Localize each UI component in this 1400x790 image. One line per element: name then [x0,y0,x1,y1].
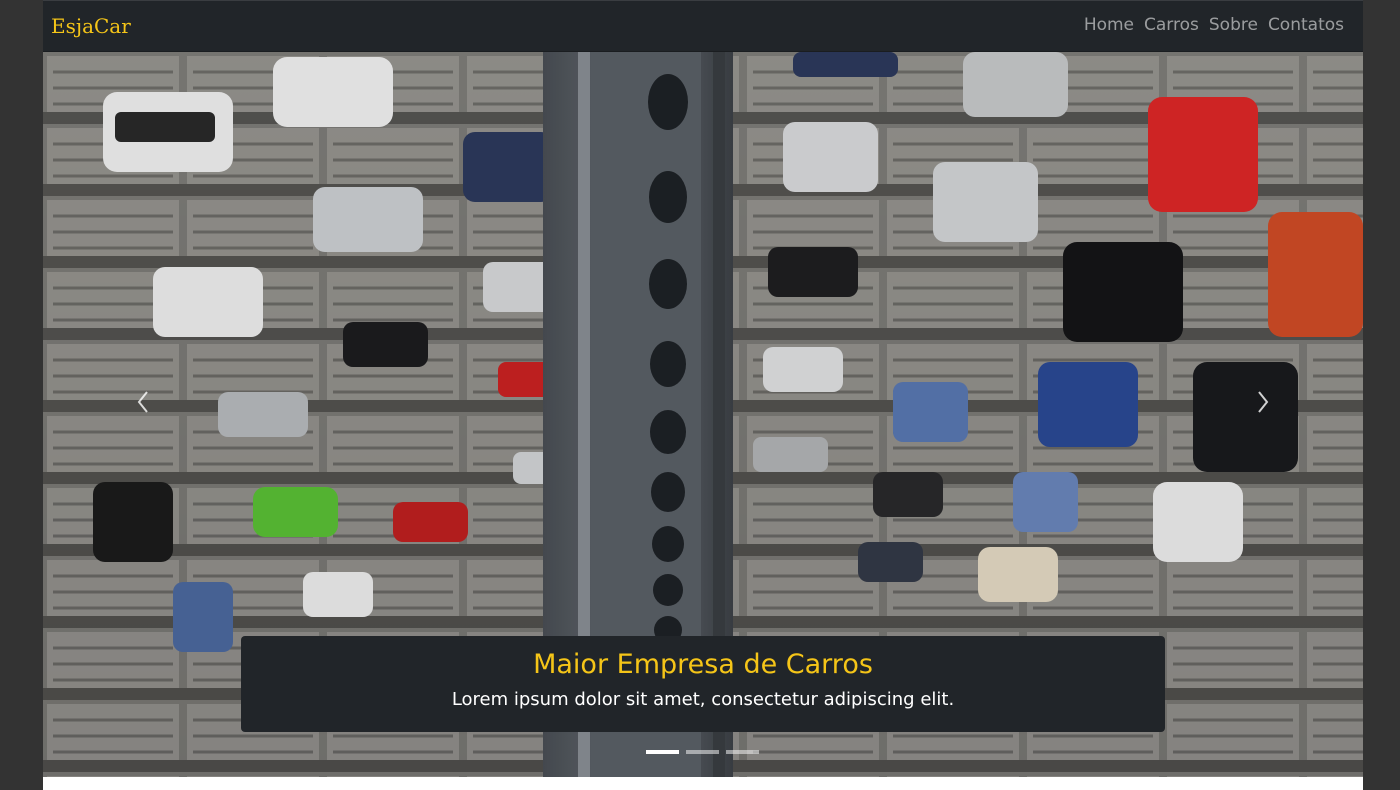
caption-text: Lorem ipsum dolor sit amet, consectetur … [451,689,955,710]
carousel-prev-button[interactable] [131,382,157,422]
nav-link-home[interactable]: Home [1079,15,1139,35]
carousel-indicator-3[interactable] [726,750,759,754]
nav-link-sobre[interactable]: Sobre [1204,15,1263,35]
nav-links: Home Carros Sobre Contatos [1079,15,1349,35]
chevron-right-icon [1258,391,1269,413]
brand-logo[interactable]: EsjaCar [51,14,131,38]
hero-carousel: Maior Empresa de Carros Lorem ipsum dolo… [43,52,1363,777]
nav-link-carros[interactable]: Carros [1139,15,1204,35]
caption-title: Maior Empresa de Carros [533,649,873,680]
carousel-indicator-1[interactable] [646,750,679,754]
carousel-indicator-2[interactable] [686,750,719,754]
carousel-indicators [646,750,759,754]
carousel-caption: Maior Empresa de Carros Lorem ipsum dolo… [241,636,1165,732]
page-container: EsjaCar Home Carros Sobre Contatos Maior… [43,0,1363,790]
nav-link-contatos[interactable]: Contatos [1263,15,1349,35]
navbar: EsjaCar Home Carros Sobre Contatos [43,0,1363,52]
carousel-next-button[interactable] [1249,382,1275,422]
chevron-left-icon [137,391,148,413]
